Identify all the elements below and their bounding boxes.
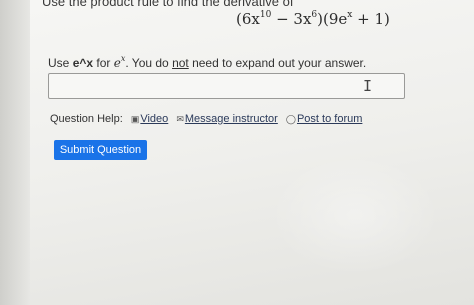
submit-question-button[interactable]: Submit Question	[54, 140, 147, 160]
screen-glare	[270, 155, 440, 275]
message-instructor-link[interactable]: ✉Message instructor	[176, 113, 277, 125]
question-formula: (6x10 − 3x6)(9ex + 1)	[236, 10, 390, 28]
mail-icon: ✉	[176, 114, 184, 124]
text-cursor-icon: I	[363, 77, 373, 95]
forum-icon: ◯	[285, 114, 296, 124]
answer-input[interactable]	[48, 73, 405, 99]
question-help: Question Help: ▣Video ✉Message instructo…	[50, 113, 362, 125]
video-icon: ▣	[130, 114, 140, 124]
answer-hint: Use e^x for ex. You do not need to expan…	[48, 54, 367, 70]
video-link[interactable]: ▣Video	[131, 113, 168, 125]
post-to-forum-link[interactable]: ◯Post to forum	[286, 113, 363, 125]
screen: Use the product rule to find the derivat…	[0, 0, 474, 305]
question-prompt: Use the product rule to find the derivat…	[42, 0, 294, 9]
question-help-label: Question Help:	[50, 113, 123, 125]
window-edge	[0, 0, 30, 305]
